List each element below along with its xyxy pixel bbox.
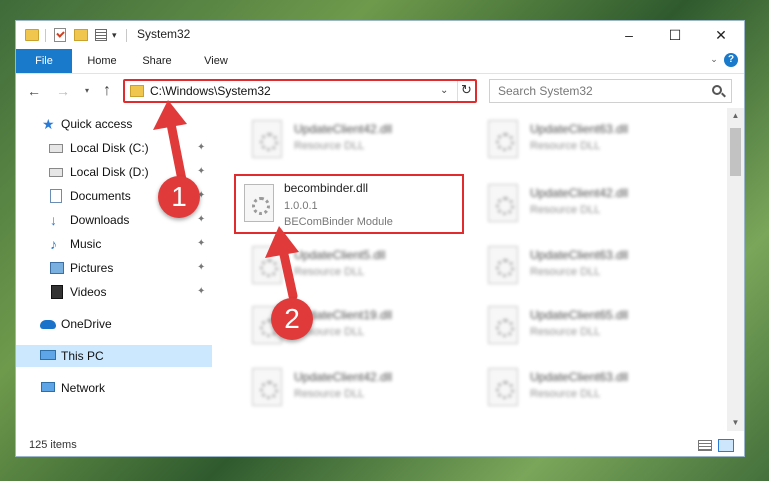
step-marker-1: 1 xyxy=(158,176,200,218)
step-marker-2: 2 xyxy=(271,298,313,340)
arrow-2 xyxy=(265,226,299,301)
annotation-arrows xyxy=(153,100,299,301)
arrow-1 xyxy=(153,100,187,185)
